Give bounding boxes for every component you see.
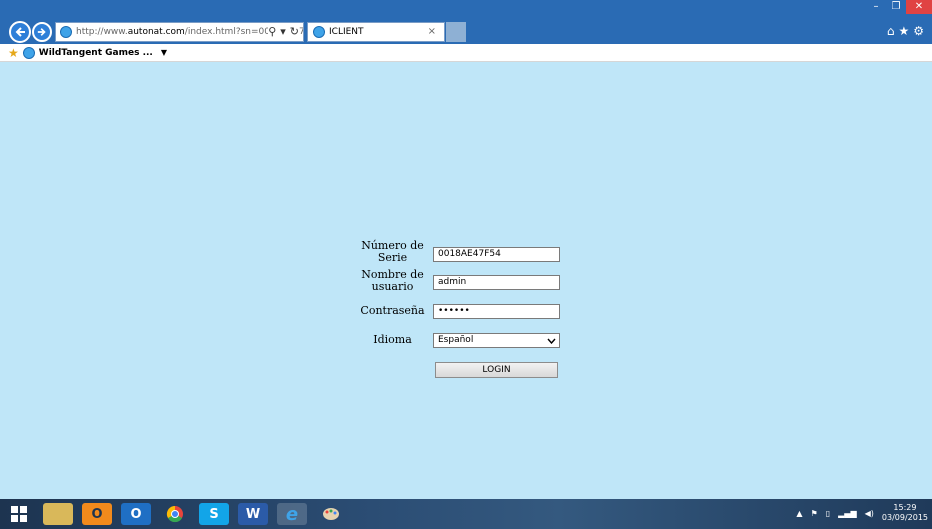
chrome-icon[interactable] bbox=[160, 503, 190, 525]
language-value: Español bbox=[438, 335, 474, 345]
user-row: Nombre de usuario admin bbox=[360, 268, 560, 293]
address-domain: autonat.com bbox=[127, 27, 185, 37]
favorites-bar: ★ WildTangent Games ... ▼ bbox=[0, 44, 932, 62]
dropdown-icon[interactable]: ▾ bbox=[280, 25, 286, 38]
tab-title: ICLIENT bbox=[329, 27, 364, 37]
word-icon[interactable]: W bbox=[238, 503, 268, 525]
serial-label: Número de Serie bbox=[361, 239, 424, 264]
arrow-left-icon bbox=[15, 27, 25, 37]
show-hidden-icon[interactable]: ▲ bbox=[796, 509, 802, 518]
battery-icon[interactable]: ▯ bbox=[826, 509, 830, 518]
address-prefix: http://www. bbox=[76, 27, 128, 37]
language-label: Idioma bbox=[373, 333, 412, 346]
browser-titlebar: http://www. autonat.com/index.html?sn=001… bbox=[0, 0, 932, 44]
address-bar[interactable]: http://www. autonat.com/index.html?sn=001… bbox=[55, 22, 304, 42]
tab-iclient[interactable]: ICLIENT × bbox=[307, 22, 445, 42]
ie-tab-icon bbox=[313, 26, 325, 38]
password-label: Contraseña bbox=[360, 304, 425, 317]
close-icon[interactable]: ✕ bbox=[906, 0, 932, 14]
password-input[interactable]: •••••• bbox=[433, 304, 560, 319]
login-button[interactable]: LOGIN bbox=[435, 362, 558, 378]
ie-fav-icon bbox=[22, 46, 35, 59]
browser-tools: ⌂★⚙ bbox=[887, 24, 928, 38]
clock-time: 15:29 bbox=[893, 503, 917, 512]
clock[interactable]: 15:29 03/09/2015 bbox=[882, 503, 928, 523]
clock-date: 03/09/2015 bbox=[881, 513, 928, 522]
windows-start-icon[interactable] bbox=[4, 503, 34, 525]
new-tab-button[interactable] bbox=[446, 22, 466, 42]
refresh-icon[interactable]: ↻ bbox=[290, 25, 299, 38]
arrow-right-icon bbox=[37, 28, 46, 36]
system-tray: ▲ ⚑ ▯ ▂▄▆ ◀) 15:29 03/09/2015 bbox=[796, 503, 928, 523]
tab-close-icon[interactable]: × bbox=[428, 26, 436, 37]
back-button[interactable] bbox=[9, 21, 31, 43]
file-explorer-icon[interactable] bbox=[43, 503, 73, 525]
ie-page-icon bbox=[60, 26, 72, 38]
search-app-icon[interactable]: O bbox=[82, 503, 112, 525]
serial-input[interactable]: 0018AE47F54 bbox=[433, 247, 560, 262]
favorites-star-icon[interactable]: ★ bbox=[8, 46, 19, 60]
window-controls: – ❐ ✕ bbox=[866, 0, 932, 14]
forward-button[interactable] bbox=[32, 22, 52, 42]
language-row: Idioma Español bbox=[360, 333, 560, 348]
volume-icon[interactable]: ◀) bbox=[865, 509, 874, 518]
user-label: Nombre de usuario bbox=[361, 268, 424, 293]
chevron-down-icon[interactable]: ▼ bbox=[161, 48, 167, 57]
paint-icon[interactable] bbox=[316, 503, 346, 525]
favorites-icon[interactable]: ★ bbox=[898, 24, 913, 38]
home-icon[interactable]: ⌂ bbox=[887, 24, 899, 38]
password-row: Contraseña •••••• bbox=[360, 304, 560, 319]
gear-icon[interactable]: ⚙ bbox=[913, 24, 928, 38]
minimize-icon[interactable]: – bbox=[866, 0, 886, 14]
favorite-item-wildtangent[interactable]: WildTangent Games ... bbox=[39, 48, 153, 58]
serial-row: Número de Serie 0018AE47F54 bbox=[360, 239, 560, 264]
search-icon[interactable]: ⚲ bbox=[268, 25, 276, 38]
username-input[interactable]: admin bbox=[433, 275, 560, 290]
skype-icon[interactable]: S bbox=[199, 503, 229, 525]
chevron-down-icon bbox=[547, 338, 556, 344]
language-select[interactable]: Español bbox=[433, 333, 560, 348]
restore-icon[interactable]: ❐ bbox=[886, 0, 906, 14]
network-icon[interactable]: ▂▄▆ bbox=[838, 509, 856, 518]
action-center-icon[interactable]: ⚑ bbox=[811, 509, 818, 518]
internet-explorer-icon[interactable]: e bbox=[277, 503, 307, 525]
taskbar: O O S W e ▲ ⚑ ▯ ▂▄▆ ◀) 15:29 03/09/2015 bbox=[0, 499, 932, 529]
outlook-icon[interactable]: O bbox=[121, 503, 151, 525]
